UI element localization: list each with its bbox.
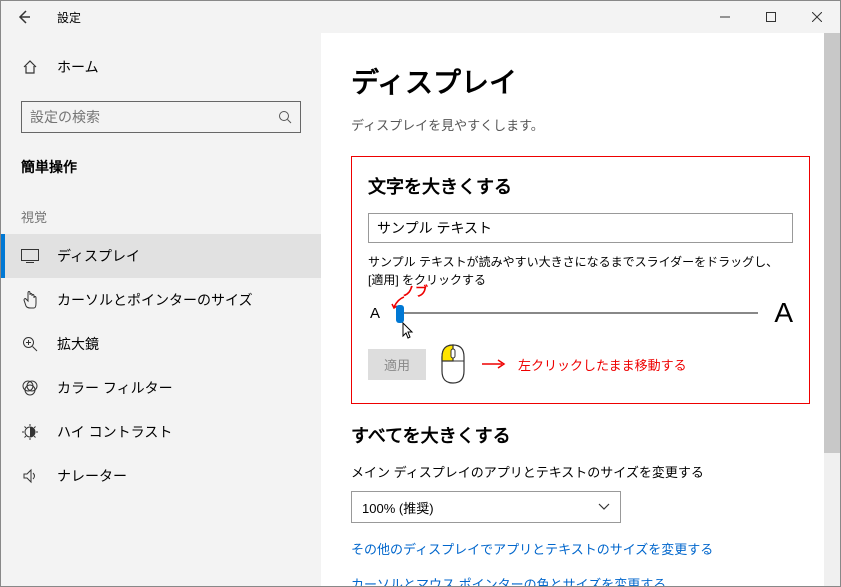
- scale-select[interactable]: 100% (推奨): [351, 491, 621, 523]
- link-other-displays[interactable]: その他のディスプレイでアプリとテキストのサイズを変更する: [351, 539, 810, 558]
- maximize-button[interactable]: [748, 1, 794, 33]
- scale-select-value: 100% (推奨): [362, 498, 434, 517]
- home-nav[interactable]: ホーム: [1, 47, 321, 87]
- section-heading-text-bigger: 文字を大きくする: [368, 173, 793, 199]
- color-filter-icon: [21, 379, 39, 397]
- sidebar-item-magnifier[interactable]: 拡大鏡: [1, 322, 321, 366]
- search-input[interactable]: [30, 109, 278, 125]
- back-arrow-icon: [17, 10, 31, 24]
- scale-label: メイン ディスプレイのアプリとテキストのサイズを変更する: [351, 462, 810, 481]
- slider-thumb[interactable]: [396, 305, 404, 323]
- window-title: 設定: [57, 9, 81, 26]
- sidebar: ホーム 簡単操作 視覚 ディスプレイ カーソルとポインターのサイズ 拡大鏡 カラ…: [1, 33, 321, 586]
- back-button[interactable]: [1, 1, 47, 33]
- page-subtitle: ディスプレイを見やすくします。: [351, 115, 810, 134]
- close-button[interactable]: [794, 1, 840, 33]
- search-icon: [278, 110, 292, 124]
- text-size-slider[interactable]: [396, 312, 758, 314]
- sidebar-item-label: ナレーター: [57, 466, 127, 486]
- slider-max-label: A: [774, 297, 793, 329]
- sidebar-item-high-contrast[interactable]: ハイ コントラスト: [1, 410, 321, 454]
- nav-category-header: 簡単操作: [1, 151, 321, 189]
- titlebar: 設定: [1, 1, 840, 33]
- content-area: ディスプレイ ディスプレイを見やすくします。 文字を大きくする サンプル テキス…: [321, 33, 840, 586]
- search-box[interactable]: [21, 101, 301, 133]
- sidebar-item-cursor-pointer[interactable]: カーソルとポインターのサイズ: [1, 278, 321, 322]
- cursor-pointer-overlay-icon: [402, 322, 416, 340]
- annotation-right-arrow-icon: [480, 358, 506, 370]
- mouse-illustration-icon: [438, 343, 468, 385]
- section-heading-everything-bigger: すべてを大きくする: [351, 422, 810, 448]
- magnifier-icon: [21, 335, 39, 353]
- apply-button[interactable]: 適用: [368, 349, 426, 380]
- sample-text-input[interactable]: [368, 213, 793, 243]
- sidebar-item-label: カーソルとポインターのサイズ: [57, 290, 253, 310]
- text-size-slider-row: ノブ A A: [370, 297, 793, 329]
- maximize-icon: [766, 12, 776, 22]
- sidebar-item-label: ハイ コントラスト: [57, 422, 172, 442]
- home-icon: [21, 58, 39, 76]
- sidebar-item-narrator[interactable]: ナレーター: [1, 454, 321, 498]
- sidebar-item-label: ディスプレイ: [57, 246, 140, 266]
- sidebar-item-display[interactable]: ディスプレイ: [1, 234, 321, 278]
- slider-hint-text: サンプル テキストが読みやすい大きさになるまでスライダーをドラッグし、[適用] …: [368, 253, 793, 289]
- group-label-vision: 視覚: [1, 189, 321, 234]
- page-title: ディスプレイ: [351, 61, 810, 101]
- slider-min-label: A: [370, 305, 380, 322]
- link-cursor-pointer-settings[interactable]: カーソルとマウス ポインターの色とサイズを変更する: [351, 574, 810, 586]
- home-label: ホーム: [57, 57, 99, 77]
- sidebar-item-color-filter[interactable]: カラー フィルター: [1, 366, 321, 410]
- high-contrast-icon: [21, 423, 39, 441]
- minimize-icon: [720, 12, 730, 22]
- annotation-drag-text: 左クリックしたまま移動する: [518, 355, 687, 374]
- minimize-button[interactable]: [702, 1, 748, 33]
- apply-row: 適用 左クリックしたまま移動する: [368, 343, 793, 385]
- chevron-down-icon: [598, 503, 610, 511]
- narrator-icon: [21, 467, 39, 485]
- sidebar-item-label: 拡大鏡: [57, 334, 99, 354]
- scrollbar-thumb[interactable]: [824, 33, 840, 453]
- close-icon: [812, 12, 822, 22]
- display-icon: [21, 247, 39, 265]
- sidebar-item-label: カラー フィルター: [57, 378, 173, 398]
- vertical-scrollbar[interactable]: [824, 33, 840, 586]
- annotation-highlight-box: 文字を大きくする サンプル テキストが読みやすい大きさになるまでスライダーをドラ…: [351, 156, 810, 404]
- cursor-pointer-icon: [21, 291, 39, 309]
